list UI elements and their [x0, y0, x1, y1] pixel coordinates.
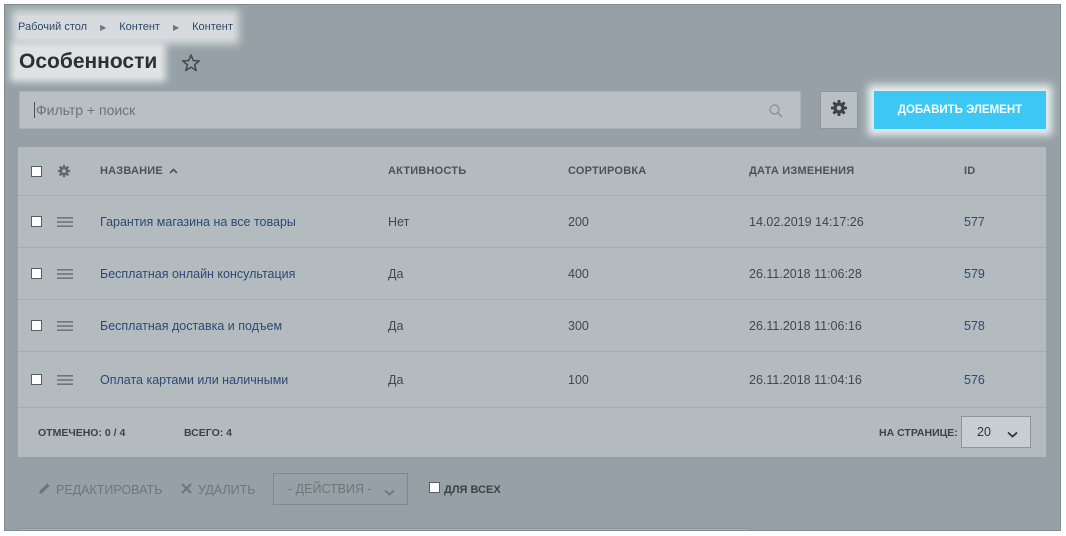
- filter-placeholder: Фильтр + поиск: [36, 102, 136, 118]
- table-row[interactable]: Бесплатная онлайн консультация Да 400 26…: [18, 247, 1046, 299]
- hamburger-menu-icon[interactable]: [57, 300, 73, 351]
- row-id-link[interactable]: 578: [964, 300, 985, 351]
- per-page-label: НА СТРАНИЦЕ:: [879, 426, 958, 439]
- table-header: НАЗВАНИЕ АКТИВНОСТЬ СОРТИРОВКА ДАТА ИЗМЕ…: [18, 147, 1046, 195]
- row-date: 26.11.2018 11:06:28: [749, 266, 862, 281]
- group-actions-panel: РЕДАКТИРОВАТЬ УДАЛИТЬ - ДЕЙСТВИЯ - ДЛЯ В…: [18, 465, 1046, 515]
- row-id-link[interactable]: 576: [964, 352, 985, 407]
- search-icon[interactable]: [768, 103, 784, 122]
- breadcrumb-item-desktop[interactable]: Рабочий стол: [18, 21, 87, 33]
- row-date: 14.02.2019 14:17:26: [749, 214, 864, 229]
- gear-icon: [830, 99, 848, 122]
- row-name-link[interactable]: Оплата картами или наличными: [100, 352, 288, 407]
- hamburger-menu-icon[interactable]: [57, 248, 73, 299]
- row-active: Да: [388, 266, 404, 281]
- delete-button[interactable]: УДАЛИТЬ: [181, 465, 255, 515]
- breadcrumb-item-content[interactable]: Контент: [119, 21, 160, 33]
- row-name-link[interactable]: Бесплатная онлайн консультация: [100, 248, 295, 299]
- breadcrumb-item-content-current[interactable]: Контент: [192, 21, 233, 33]
- row-date: 26.11.2018 11:04:16: [749, 372, 862, 387]
- column-header-sort[interactable]: СОРТИРОВКА: [568, 147, 646, 195]
- row-checkbox[interactable]: [31, 374, 42, 385]
- row-sort: 100: [568, 372, 589, 387]
- column-header-id[interactable]: ID: [964, 147, 975, 195]
- grid-page: Рабочий стол ▶ Контент ▶ Контент Особенн…: [4, 4, 1061, 531]
- column-header-date[interactable]: ДАТА ИЗМЕНЕНИЯ: [749, 147, 854, 195]
- filter-search-input[interactable]: Фильтр + поиск: [19, 91, 801, 129]
- row-sort: 400: [568, 266, 589, 281]
- chevron-right-icon: ▶: [100, 22, 107, 32]
- star-icon[interactable]: [181, 53, 201, 73]
- row-checkbox[interactable]: [31, 320, 42, 331]
- text-cursor: [34, 102, 35, 118]
- for-all-checkbox[interactable]: [429, 481, 440, 493]
- for-all-toggle[interactable]: ДЛЯ ВСЕХ: [429, 465, 501, 515]
- row-name-link[interactable]: Гарантия магазина на все товары: [100, 196, 296, 247]
- row-name-link[interactable]: Бесплатная доставка и подъем: [100, 300, 282, 351]
- total-count: ВСЕГО: 4: [184, 426, 233, 439]
- add-element-button[interactable]: ДОБАВИТЬ ЭЛЕМЕНТ: [874, 91, 1046, 129]
- bottom-panel-edge: [18, 528, 750, 530]
- pencil-icon: [38, 482, 51, 498]
- sort-asc-icon: [169, 165, 178, 177]
- table-row[interactable]: Гарантия магазина на все товары Нет 200 …: [18, 195, 1046, 247]
- close-icon: [181, 483, 192, 497]
- row-sort: 200: [568, 214, 589, 229]
- breadcrumb: Рабочий стол ▶ Контент ▶ Контент: [18, 16, 233, 38]
- hamburger-menu-icon[interactable]: [57, 352, 73, 407]
- chevron-down-icon: [1007, 427, 1018, 441]
- column-header-name[interactable]: НАЗВАНИЕ: [100, 147, 178, 195]
- column-settings-gear-icon[interactable]: [57, 147, 71, 195]
- column-header-active[interactable]: АКТИВНОСТЬ: [388, 147, 466, 195]
- row-checkbox[interactable]: [31, 216, 42, 227]
- grid-footer: ОТМЕЧЕНО: 0 / 4 ВСЕГО: 4 НА СТРАНИЦЕ: 20: [18, 407, 1046, 457]
- chevron-right-icon: ▶: [172, 22, 180, 32]
- settings-button[interactable]: [820, 91, 858, 129]
- row-id-link[interactable]: 579: [964, 248, 985, 299]
- hamburger-menu-icon[interactable]: [57, 196, 73, 247]
- row-date: 26.11.2018 11:06:16: [749, 318, 862, 333]
- table-row[interactable]: Оплата картами или наличными Да 100 26.1…: [18, 351, 1046, 407]
- table-row[interactable]: Бесплатная доставка и подъем Да 300 26.1…: [18, 299, 1046, 351]
- row-sort: 300: [568, 318, 589, 333]
- chevron-down-icon: [384, 485, 395, 499]
- per-page-select[interactable]: 20: [961, 416, 1031, 448]
- page-title: Особенности: [19, 50, 158, 73]
- row-active: Нет: [388, 214, 410, 229]
- row-active: Да: [388, 372, 404, 387]
- page-title-box: Особенности: [15, 47, 162, 77]
- edit-button[interactable]: РЕДАКТИРОВАТЬ: [38, 465, 162, 515]
- row-checkbox[interactable]: [31, 268, 42, 279]
- selected-count: ОТМЕЧЕНО: 0 / 4: [38, 426, 126, 439]
- select-all-checkbox[interactable]: [31, 165, 42, 177]
- actions-dropdown[interactable]: - ДЕЙСТВИЯ -: [273, 473, 408, 505]
- row-active: Да: [388, 318, 404, 333]
- elements-table: НАЗВАНИЕ АКТИВНОСТЬ СОРТИРОВКА ДАТА ИЗМЕ…: [18, 147, 1046, 407]
- row-id-link[interactable]: 577: [964, 196, 985, 247]
